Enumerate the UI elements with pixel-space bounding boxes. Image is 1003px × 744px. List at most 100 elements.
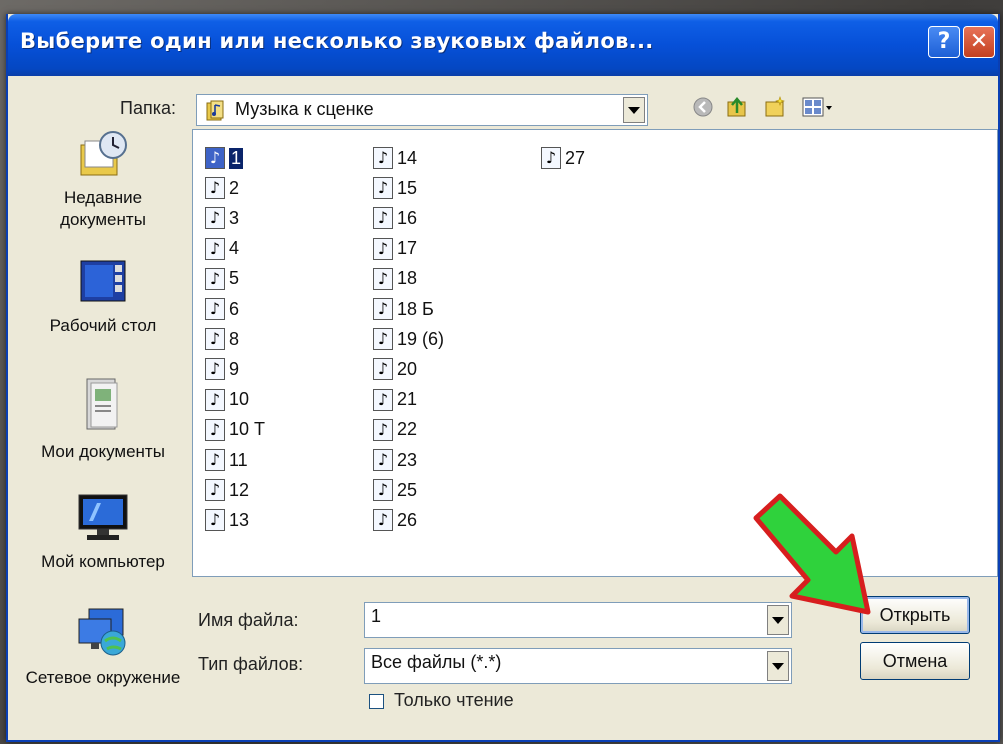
audio-file-icon: ♪ [373,328,393,351]
file-name: 1 [229,147,244,169]
pointer-arrow-icon [753,493,871,615]
music-folder-icon [206,100,224,121]
file-item[interactable]: ♪ 18 Б [373,295,434,323]
audio-file-icon: ♪ [205,207,225,230]
file-item[interactable]: ♪ 10 [205,386,249,414]
filetype-select[interactable]: Все файлы (*.*) [364,648,792,684]
file-name: 11 [229,449,248,470]
place-my-documents-label: Мои документы [41,442,165,461]
audio-file-icon: ♪ [205,509,225,532]
file-item[interactable]: ♪ 11 [205,446,248,474]
audio-file-icon: ♪ [373,267,393,290]
close-button[interactable]: ✕ [963,26,995,58]
place-desktop[interactable]: Рабочий стол [20,257,186,337]
back-icon[interactable] [692,96,714,118]
audio-file-icon: ♪ [205,388,225,411]
file-item[interactable]: ♪ 4 [205,235,239,263]
file-item[interactable]: ♪ 15 [373,174,417,202]
lookin-value: Музыка к сценке [235,99,374,119]
file-name: 3 [229,207,240,228]
file-name: 2 [229,177,240,198]
audio-file-icon: ♪ [205,177,225,200]
audio-file-icon: ♪ [373,449,393,471]
audio-file-icon: ♪ [205,237,225,260]
file-item[interactable]: ♪ 26 [373,506,417,534]
audio-file-icon: ♪ [373,479,393,502]
audio-file-icon: ♪ [373,358,393,381]
file-name: 22 [397,419,418,440]
readonly-checkbox[interactable] [369,694,384,709]
file-name: 19 (6) [397,328,445,349]
audio-file-icon: ♪ [205,449,225,471]
file-name: 13 [229,509,250,530]
place-my-documents[interactable]: Мои документы [20,375,186,463]
file-item[interactable]: ♪ 13 [205,506,249,534]
file-item[interactable]: ♪ 8 [205,325,239,353]
place-recent[interactable]: Недавние документы [20,129,186,231]
filename-value: 1 [371,606,382,626]
file-item[interactable]: ♪ 3 [205,204,239,232]
my-computer-icon [78,494,128,540]
file-item[interactable]: ♪ 12 [205,476,249,504]
cancel-button[interactable]: Отмена [860,642,970,680]
audio-file-icon: ♪ [205,298,225,320]
audio-file-icon: ♪ [205,479,225,502]
file-name: 5 [229,268,240,289]
file-name: 9 [229,358,240,379]
help-button[interactable]: ? [928,26,960,58]
place-network[interactable]: Сетевое окружение [20,605,186,689]
filename-input[interactable]: 1 [364,602,792,638]
file-name: 18 Б [397,298,434,319]
place-my-computer-label: Мой компьютер [41,552,165,571]
filetype-value: Все файлы (*.*) [371,652,502,672]
desktop-icon [80,260,126,302]
file-name: 15 [397,177,418,198]
file-item[interactable]: ♪ 21 [373,386,417,414]
up-folder-icon[interactable] [726,96,748,118]
filetype-dropdown-arrow[interactable] [767,651,789,681]
network-icon [78,608,126,656]
file-item[interactable]: ♪ 9 [205,355,239,383]
file-item[interactable]: ♪ 22 [373,416,417,444]
audio-file-icon: ♪ [205,147,225,169]
file-name: 14 [397,147,418,168]
file-name: 6 [229,298,240,319]
open-file-dialog: Выберите один или несколько звуковых фай… [6,14,1000,742]
filetype-label: Тип файлов: [198,654,304,674]
file-item[interactable]: ♪ 20 [373,355,417,383]
file-item[interactable]: ♪ 25 [373,476,417,504]
audio-file-icon: ♪ [373,147,393,169]
file-item[interactable]: ♪ 2 [205,174,239,202]
lookin-dropdown-arrow[interactable] [623,97,645,123]
file-name: 23 [397,449,418,470]
audio-file-icon: ♪ [205,267,225,290]
file-item[interactable]: ♪ 14 [373,144,417,172]
title-bar[interactable]: Выберите один или несколько звуковых фай… [8,14,998,76]
file-item[interactable]: ♪ 16 [373,204,417,232]
view-menu-icon[interactable] [802,96,834,118]
file-item[interactable]: ♪ 23 [373,446,417,474]
file-name: 10 Т [229,419,266,440]
file-item[interactable]: ♪ 1 [205,144,244,172]
file-item[interactable]: ♪ 18 [373,265,417,293]
place-my-computer[interactable]: Мой компьютер [20,491,186,573]
new-folder-icon[interactable] [764,96,786,118]
audio-file-icon: ♪ [205,328,225,351]
lookin-select[interactable]: Музыка к сценке [196,94,648,126]
audio-file-icon: ♪ [373,207,393,230]
file-item[interactable]: ♪ 17 [373,235,417,263]
audio-file-icon: ♪ [373,298,393,320]
file-name: 16 [397,207,418,228]
recent-documents-icon [80,131,127,176]
file-name: 21 [397,389,418,410]
file-name: 18 [397,268,418,289]
file-item[interactable]: ♪ 6 [205,295,239,323]
lookin-label: Папка: [120,98,176,118]
file-item[interactable]: ♪ 27 [541,144,585,172]
file-item[interactable]: ♪ 5 [205,265,239,293]
audio-file-icon: ♪ [373,177,393,200]
file-item[interactable]: ♪ 19 (6) [373,325,444,353]
file-item[interactable]: ♪ 10 Т [205,416,265,444]
file-name: 10 [229,389,250,410]
place-network-label: Сетевое окружение [25,668,181,687]
